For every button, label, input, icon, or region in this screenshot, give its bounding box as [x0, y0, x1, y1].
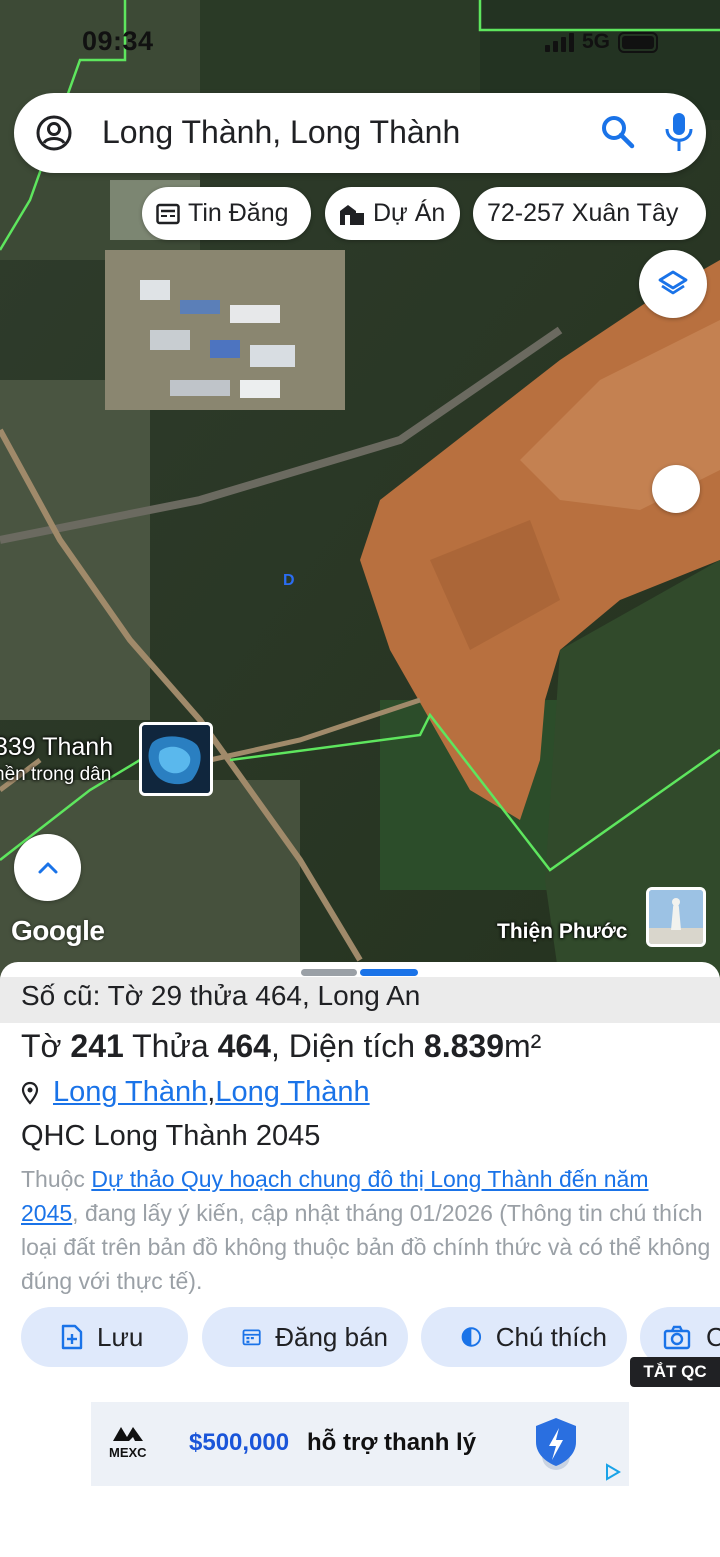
chip-listings[interactable]: Tin Đăng: [142, 187, 311, 240]
google-logo: Google: [11, 915, 105, 946]
action-label: Đăng bán: [275, 1321, 388, 1352]
parcel-mid: Thửa: [123, 1028, 218, 1064]
poi-title: 339 Thanh: [0, 733, 114, 761]
old-number-text: Số cũ: Tờ 29 thửa 464, Long An: [21, 980, 421, 1011]
district-link[interactable]: Long Thành: [53, 1076, 207, 1109]
chevron-up-icon: [38, 862, 57, 873]
battery-icon: [618, 31, 658, 53]
network-type: 5G: [581, 30, 610, 53]
expand-up-button[interactable]: [14, 834, 81, 901]
chip-projects[interactable]: Dự Án: [325, 187, 460, 240]
calendar-icon: [242, 1329, 261, 1346]
parcel-title: Tờ 241 Thửa 464, Diện tích 8.839m²: [21, 1028, 541, 1065]
adchoices-icon[interactable]: [603, 1462, 623, 1482]
chip-label: 72-257 Xuân Tây: [487, 199, 679, 227]
action-label: Lưu: [97, 1321, 144, 1352]
post-sale-button[interactable]: Đăng bán: [202, 1307, 408, 1367]
buildings-icon: [340, 204, 364, 225]
area-value: 8.839: [423, 1028, 504, 1064]
account-icon[interactable]: [36, 115, 72, 151]
shield-icon: [536, 1418, 576, 1470]
status-time: 09:34: [82, 26, 154, 56]
map-control-button[interactable]: [652, 465, 700, 513]
sheet-page-indicator: [360, 969, 418, 976]
status-indicators: 5G: [544, 30, 658, 54]
province-link[interactable]: Long Thành: [215, 1076, 369, 1109]
plan-name: QHC Long Thành 2045: [21, 1120, 321, 1152]
svg-text:D: D: [283, 572, 295, 588]
ad-text: hỗ trợ thanh lý: [307, 1429, 477, 1456]
sheet-number: 241: [70, 1028, 124, 1064]
sheet-handle[interactable]: [301, 969, 357, 976]
ad-brand: MEXC: [109, 1424, 147, 1460]
location-row: Long Thành, Long Thành: [21, 1076, 370, 1109]
mexc-logo-icon: [112, 1427, 143, 1441]
place-label[interactable]: Thiện Phước: [497, 920, 627, 944]
area-unit: m²: [504, 1028, 542, 1064]
chip-address[interactable]: 72-257 Xuân Tây: [473, 187, 706, 240]
ad-banner[interactable]: MEXC $500,000 hỗ trợ thanh lý: [91, 1402, 629, 1486]
parcel-info-sheet[interactable]: Số cũ: Tờ 29 thửa 464, Long An Tờ 241 Th…: [0, 962, 720, 1557]
parcel-marker-icon[interactable]: D: [281, 570, 297, 588]
old-number-bar: Số cũ: Tờ 29 thửa 464, Long An: [0, 977, 720, 1023]
ad-amount: $500,000: [189, 1429, 290, 1456]
hide-ad-button[interactable]: TẮT QC: [630, 1357, 720, 1387]
map-thumbnail-image: [142, 725, 210, 793]
desc-prefix: Thuộc: [21, 1166, 92, 1192]
newspaper-icon: [156, 203, 180, 224]
save-file-icon: [61, 1324, 83, 1350]
search-bar[interactable]: Long Thành, Long Thành: [14, 93, 706, 173]
signal-icon: [544, 32, 574, 52]
layers-button[interactable]: [639, 250, 707, 318]
camera-icon: [663, 1325, 691, 1350]
poi-subtitle: hền trong dân: [0, 764, 112, 785]
parcel-number: 464: [217, 1028, 271, 1064]
legend-button[interactable]: Chú thích: [421, 1307, 627, 1367]
action-label: Chú thích: [495, 1321, 607, 1352]
location-pin-icon: [21, 1081, 39, 1105]
desc-rest: , đang lấy ý kiến, cập nhật tháng 01/202…: [21, 1200, 711, 1294]
satellite-map[interactable]: 09:34 5G Long Thành, Long Thành Tin Đăng…: [0, 0, 720, 985]
layers-icon: [658, 270, 688, 295]
search-query[interactable]: Long Thành, Long Thành: [102, 114, 460, 151]
location-separator: ,: [207, 1076, 216, 1108]
microphone-icon[interactable]: [664, 111, 694, 153]
plan-description: Thuộc Dự thảo Quy hoạch chung đô thị Lon…: [21, 1162, 711, 1298]
save-button[interactable]: Lưu: [21, 1307, 188, 1367]
ad-brand-text: MEXC: [109, 1445, 147, 1460]
action-label: C: [706, 1321, 720, 1352]
chip-label: Tin Đăng: [188, 199, 289, 227]
place-photo-image: [649, 890, 703, 944]
place-thumbnail[interactable]: [646, 887, 706, 947]
search-icon[interactable]: [599, 113, 637, 151]
area-label: , Diện tích: [270, 1028, 424, 1064]
contrast-icon: [461, 1327, 482, 1347]
chip-label: Dự Án: [373, 199, 446, 227]
parcel-prefix: Tờ: [21, 1028, 71, 1064]
poi-thumbnail[interactable]: [139, 722, 213, 796]
poi-label[interactable]: 339 Thanh hền trong dân: [0, 733, 113, 786]
